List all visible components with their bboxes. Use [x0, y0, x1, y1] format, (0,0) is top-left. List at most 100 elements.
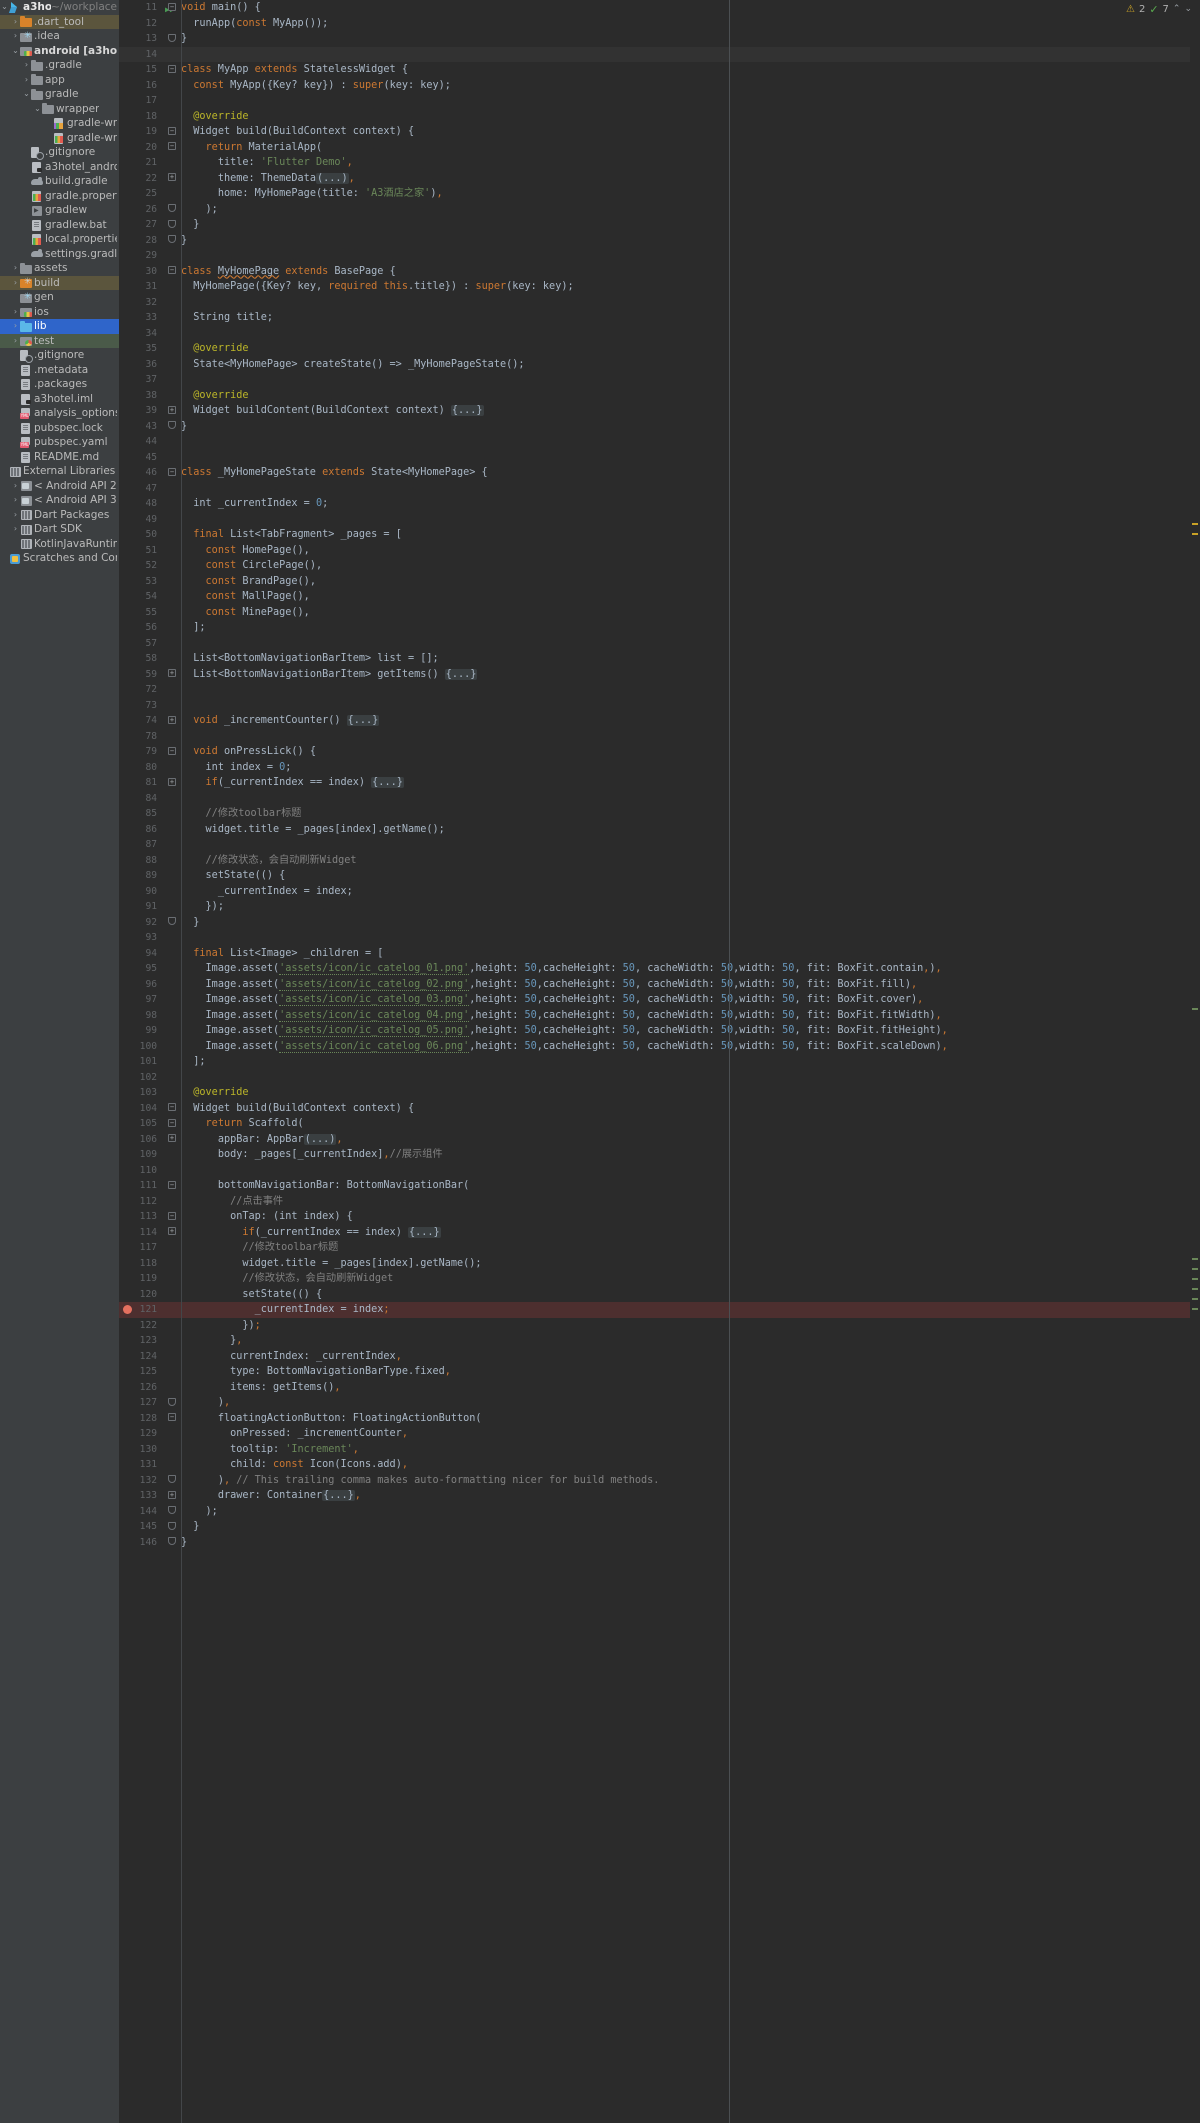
code-text[interactable]: @override [181, 388, 1200, 404]
line-number[interactable]: 146 [119, 1535, 163, 1551]
code-text[interactable]: } [181, 217, 1200, 233]
tree-item-wrapper[interactable]: ⌄wrapper [0, 102, 119, 117]
fold-expand-icon[interactable]: + [168, 406, 176, 414]
code-line[interactable]: ▶▶11−void main() { [119, 0, 1200, 16]
code-line[interactable]: 122 }); [119, 1318, 1200, 1334]
fold-marker[interactable] [163, 217, 181, 233]
code-line[interactable]: 101 ]; [119, 1054, 1200, 1070]
tree-item-pubspec-yaml[interactable]: pubspec.yaml [0, 435, 119, 450]
code-text[interactable]: //修改toolbar标题 [181, 1240, 1200, 1256]
fold-expand-icon[interactable]: + [168, 716, 176, 724]
line-number[interactable]: 129 [119, 1426, 163, 1442]
fold-collapse-icon[interactable]: − [168, 1413, 176, 1421]
code-line[interactable]: 22+ theme: ThemeData(...), [119, 171, 1200, 187]
code-text[interactable]: class MyHomePage extends BasePage { [181, 264, 1200, 280]
code-text[interactable]: Image.asset('assets/icon/ic_catelog_06.p… [181, 1039, 1200, 1055]
code-line[interactable]: 17 [119, 93, 1200, 109]
code-text[interactable]: items: getItems(), [181, 1380, 1200, 1396]
code-line[interactable]: 39+ Widget buildContent(BuildContext con… [119, 403, 1200, 419]
tree-item-readme-md[interactable]: README.md [0, 450, 119, 465]
code-text[interactable]: @override [181, 341, 1200, 357]
fold-marker[interactable] [163, 1395, 181, 1411]
code-text[interactable]: //修改toolbar标题 [181, 806, 1200, 822]
chevron-right-icon[interactable]: › [11, 32, 20, 40]
line-number[interactable]: 19 [119, 124, 163, 140]
code-text[interactable]: home: MyHomePage(title: 'A3酒店之家'), [181, 186, 1200, 202]
line-number[interactable]: 104 [119, 1101, 163, 1117]
tree-item--metadata[interactable]: .metadata [0, 363, 119, 378]
chevron-right-icon[interactable]: › [11, 18, 20, 26]
code-line[interactable]: 48 int _currentIndex = 0; [119, 496, 1200, 512]
fold-end-icon[interactable] [168, 917, 176, 925]
code-line[interactable]: 80 int index = 0; [119, 760, 1200, 776]
fold-collapse-icon[interactable]: − [168, 747, 176, 755]
fold-marker[interactable]: − [163, 465, 181, 481]
code-line[interactable]: 102 [119, 1070, 1200, 1086]
line-number[interactable]: 39 [119, 403, 163, 419]
fold-marker[interactable]: − [163, 744, 181, 760]
code-text[interactable]: final List<Image> _children = [ [181, 946, 1200, 962]
fold-expand-icon[interactable]: + [168, 778, 176, 786]
chevron-right-icon[interactable]: › [22, 76, 31, 84]
tree-item-build-gradle[interactable]: build.gradle [0, 174, 119, 189]
code-text[interactable]: List<BottomNavigationBarItem> list = []; [181, 651, 1200, 667]
scrollbar-marker[interactable] [1192, 1308, 1198, 1310]
code-line[interactable]: 21 title: 'Flutter Demo', [119, 155, 1200, 171]
line-number[interactable]: 80 [119, 760, 163, 776]
fold-collapse-icon[interactable]: − [168, 1212, 176, 1220]
line-number[interactable]: 45 [119, 450, 163, 466]
code-text[interactable]: Widget build(BuildContext context) { [181, 1101, 1200, 1117]
project-tree-panel[interactable]: ⌄a3hotel ~/workplace›.dart_tool›.idea⌄an… [0, 0, 119, 2123]
code-text[interactable]: return MaterialApp( [181, 140, 1200, 156]
fold-end-icon[interactable] [168, 235, 176, 243]
line-number[interactable]: 47 [119, 481, 163, 497]
tree-item-gradlew-bat[interactable]: gradlew.bat [0, 218, 119, 233]
code-text[interactable]: widget.title = _pages[index].getName(); [181, 1256, 1200, 1272]
line-number[interactable]: 113 [119, 1209, 163, 1225]
line-number[interactable]: 133 [119, 1488, 163, 1504]
code-line[interactable]: 100 Image.asset('assets/icon/ic_catelog_… [119, 1039, 1200, 1055]
tree-item--android-api-29-p[interactable]: ›< Android API 29 P [0, 479, 119, 494]
code-text[interactable]: onPressed: _incrementCounter, [181, 1426, 1200, 1442]
code-line[interactable]: 52 const CirclePage(), [119, 558, 1200, 574]
code-line[interactable]: 133+ drawer: Container{...}, [119, 1488, 1200, 1504]
line-number[interactable]: 112 [119, 1194, 163, 1210]
code-text[interactable]: const MyApp({Key? key}) : super(key: key… [181, 78, 1200, 94]
tree-item-local-properties[interactable]: local.properties [0, 232, 119, 247]
line-number[interactable]: 111 [119, 1178, 163, 1194]
fold-marker[interactable]: + [163, 1225, 181, 1241]
fold-end-icon[interactable] [168, 34, 176, 42]
code-line[interactable]: 73 [119, 698, 1200, 714]
fold-marker[interactable] [163, 1504, 181, 1520]
line-number[interactable]: 51 [119, 543, 163, 559]
code-line[interactable]: 97 Image.asset('assets/icon/ic_catelog_0… [119, 992, 1200, 1008]
code-text[interactable]: appBar: AppBar(...), [181, 1132, 1200, 1148]
line-number[interactable]: 74 [119, 713, 163, 729]
code-text[interactable]: Image.asset('assets/icon/ic_catelog_01.p… [181, 961, 1200, 977]
line-number[interactable]: 50 [119, 527, 163, 543]
fold-marker[interactable] [163, 419, 181, 435]
code-line[interactable]: 53 const BrandPage(), [119, 574, 1200, 590]
line-number[interactable]: 78 [119, 729, 163, 745]
fold-end-icon[interactable] [168, 1475, 176, 1483]
line-number[interactable]: 11 [119, 0, 163, 16]
line-number[interactable]: 92 [119, 915, 163, 931]
code-line[interactable]: 15−class MyApp extends StatelessWidget { [119, 62, 1200, 78]
line-number[interactable]: 31 [119, 279, 163, 295]
code-line[interactable]: 124 currentIndex: _currentIndex, [119, 1349, 1200, 1365]
line-number[interactable]: 30 [119, 264, 163, 280]
fold-marker[interactable] [163, 233, 181, 249]
code-line[interactable]: 144 ); [119, 1504, 1200, 1520]
code-text[interactable]: tooltip: 'Increment', [181, 1442, 1200, 1458]
code-text[interactable]: List<BottomNavigationBarItem> getItems()… [181, 667, 1200, 683]
code-text[interactable]: onTap: (int index) { [181, 1209, 1200, 1225]
line-number[interactable]: 44 [119, 434, 163, 450]
line-number[interactable]: 17 [119, 93, 163, 109]
line-number[interactable]: 43 [119, 419, 163, 435]
code-text[interactable]: Widget build(BuildContext context) { [181, 124, 1200, 140]
fold-collapse-icon[interactable]: − [168, 1119, 176, 1127]
line-number[interactable]: 85 [119, 806, 163, 822]
code-text[interactable]: }); [181, 899, 1200, 915]
code-line[interactable]: 33 String title; [119, 310, 1200, 326]
code-line[interactable]: 87 [119, 837, 1200, 853]
